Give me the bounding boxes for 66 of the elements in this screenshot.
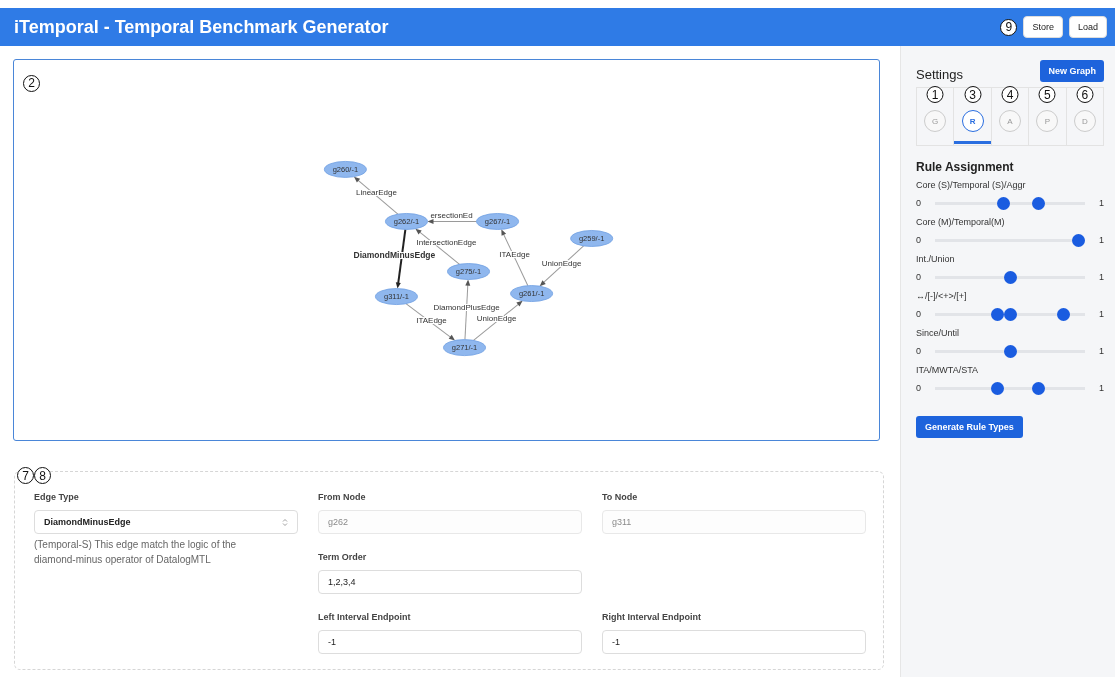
slider-label: ↔/[-]/<+>/[+] <box>916 291 968 303</box>
callout-marker: 6 <box>1076 86 1094 103</box>
callout-marker: 4 <box>1001 86 1019 103</box>
slider-label: Core (M)/Temporal(M) <box>916 217 1006 229</box>
slider-thumb[interactable] <box>1032 381 1046 395</box>
slider-thumb[interactable] <box>1032 196 1046 210</box>
settings-title: Settings <box>916 66 963 82</box>
slider-label: Since/Until <box>916 328 961 340</box>
slider-thumb[interactable] <box>991 381 1005 395</box>
callout-marker: 3 <box>964 86 982 103</box>
edge-label: UnionEdge <box>476 313 517 323</box>
edge-label: LinearEdge <box>355 188 397 198</box>
slider-max: 1 <box>1099 198 1104 208</box>
slider-label: Int./Union <box>916 254 956 266</box>
edge-type-select[interactable]: DiamondMinusEdge <box>34 510 298 534</box>
callout-marker: 9 <box>1000 18 1018 36</box>
slider-thumb[interactable] <box>1056 307 1070 321</box>
slider-label: Core (S)/Temporal (S)/Aggr <box>916 180 1027 192</box>
field-label: Edge Type <box>34 492 80 504</box>
edge-label: IntersectionEdge <box>416 238 477 248</box>
section-title: Rule Assignment <box>916 160 1015 174</box>
input-field[interactable]: -1 <box>602 630 866 654</box>
field-label: From Node <box>318 492 367 504</box>
input-field[interactable]: 1,2,3,4 <box>318 570 582 594</box>
new-graph-button[interactable]: New Graph <box>1040 60 1104 82</box>
edge-label: ITAEdge <box>416 315 447 325</box>
callout-marker: 7 <box>17 467 34 484</box>
slider-max: 1 <box>1099 383 1104 393</box>
field-label: Right Interval Endpoint <box>602 612 702 624</box>
field-label: Left Interval Endpoint <box>318 612 412 624</box>
slider-thumb[interactable] <box>991 307 1005 321</box>
generate-button[interactable]: Generate Rule Types <box>916 416 1023 438</box>
slider-max: 1 <box>1099 235 1104 245</box>
header-button[interactable]: Load <box>1068 16 1107 38</box>
slider-min: 0 <box>916 309 921 319</box>
field-label: Term Order <box>318 552 368 564</box>
callout-marker: 5 <box>1038 86 1056 103</box>
input-field[interactable]: -1 <box>318 630 582 654</box>
callout-marker: 8 <box>34 467 51 484</box>
field-label: To Node <box>602 492 639 504</box>
slider-min: 0 <box>916 272 921 282</box>
callout-marker: 2 <box>23 74 40 92</box>
edge-label: ersectionEd <box>430 211 473 221</box>
slider-min: 0 <box>916 235 921 245</box>
slider-max: 1 <box>1099 346 1104 356</box>
slider-thumb[interactable] <box>996 196 1010 210</box>
edge-label: ITAEdge <box>499 250 530 260</box>
slider-max: 1 <box>1099 309 1104 319</box>
edge-description: (Temporal-S) This edge match the logic of the diamond-minus operator of DatalogMTL <box>34 538 238 567</box>
edge-label: DiamondPlusEdge <box>433 302 500 312</box>
slider-min: 0 <box>916 346 921 356</box>
callout-marker: 1 <box>926 86 944 103</box>
slider-thumb[interactable] <box>1003 307 1017 321</box>
app-title: iTemporal - Temporal Benchmark Generator <box>14 16 390 38</box>
graph-edge[interactable] <box>427 218 478 224</box>
edge-label: UnionEdge <box>541 258 582 268</box>
slider-min: 0 <box>916 198 921 208</box>
slider-thumb[interactable] <box>1072 233 1085 247</box>
chevron-updown-icon <box>282 517 288 527</box>
slider-thumb[interactable] <box>1003 270 1017 284</box>
slider-thumb[interactable] <box>1003 344 1017 358</box>
slider-min: 0 <box>916 383 921 393</box>
step-tab[interactable]: R <box>954 108 991 144</box>
header-button[interactable]: Store <box>1023 16 1063 38</box>
slider-max: 1 <box>1099 272 1104 282</box>
slider-label: ITA/MWTA/STA <box>916 365 979 377</box>
